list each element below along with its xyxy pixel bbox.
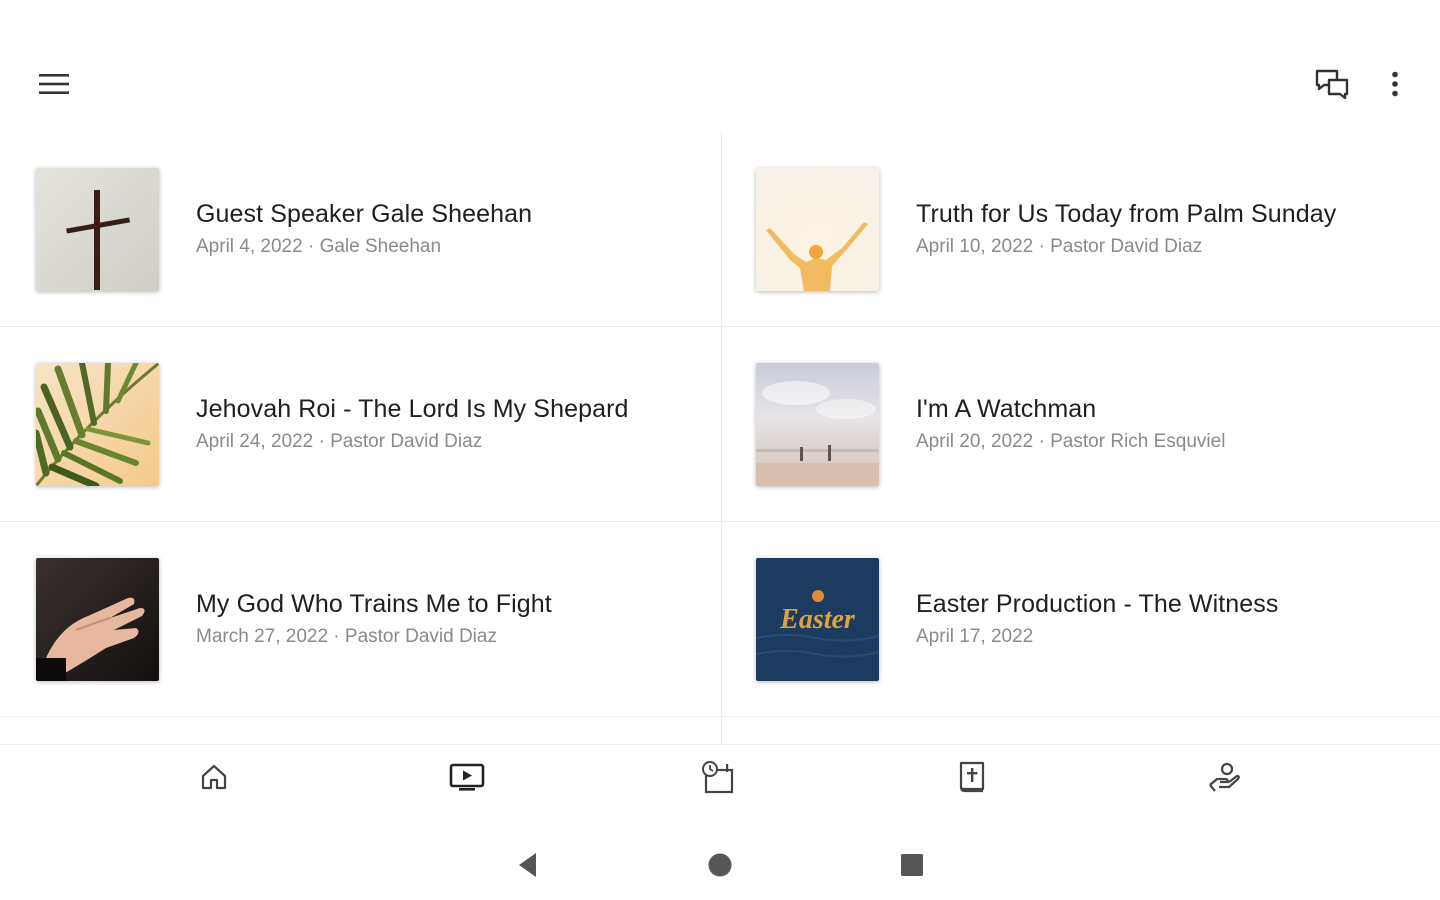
sermon-meta: April 4, 2022 · Gale Sheehan — [196, 236, 442, 257]
easter-logo-text: Easter — [779, 604, 856, 635]
sermon-thumbnail-cross — [36, 168, 159, 291]
sermon-item[interactable]: My God Who Trains Me to Fight March 27, … — [0, 522, 720, 717]
nav-bible[interactable] — [942, 755, 1002, 799]
sermon-title: My God Who Trains Me to Fight — [196, 590, 552, 618]
chat-bubbles-icon[interactable] — [1306, 62, 1358, 106]
calendar-clock-icon — [702, 761, 734, 794]
nav-media[interactable] — [437, 755, 497, 799]
sermon-title: I'm A Watchman — [916, 395, 1097, 423]
sermon-title: Jehovah Roi - The Lord Is My Shepard — [196, 395, 629, 423]
home-icon — [201, 764, 227, 790]
sermon-item[interactable]: I'm A Watchman April 20, 2022 · Pastor R… — [720, 327, 1440, 522]
sermon-thumbnail-open-hand — [36, 558, 159, 681]
bible-icon — [959, 761, 985, 793]
sermon-item[interactable]: Guest Speaker Gale Sheehan April 4, 2022… — [0, 132, 720, 327]
system-navigation-bar — [0, 830, 1440, 900]
more-vert-icon[interactable] — [1378, 62, 1412, 106]
sermon-meta: April 24, 2022 · Pastor David Diaz — [196, 431, 483, 452]
tv-play-icon — [449, 763, 485, 791]
bottom-navigation — [0, 744, 1440, 806]
back-icon[interactable] — [508, 848, 548, 882]
sermon-thumbnail-raised-arms — [756, 168, 879, 291]
giving-hand-icon — [1209, 762, 1240, 792]
sermon-item[interactable]: Easter Easter Production - The Witness A… — [720, 522, 1440, 717]
sermon-title: Truth for Us Today from Palm Sunday — [916, 200, 1337, 228]
sermon-title: Guest Speaker Gale Sheehan — [196, 200, 533, 228]
hamburger-menu-icon[interactable] — [30, 62, 78, 106]
sermon-thumbnail-palm-leaf — [36, 363, 159, 486]
recents-icon[interactable] — [892, 848, 932, 882]
sermon-item[interactable]: Jehovah Roi - The Lord Is My Shepard Apr… — [0, 327, 720, 522]
home-circle-icon[interactable] — [700, 848, 740, 882]
sermon-thumbnail-easter: Easter — [756, 558, 879, 681]
sermon-meta: April 20, 2022 · Pastor Rich Esquviel — [916, 431, 1226, 452]
top-app-bar — [0, 0, 1440, 140]
sermon-meta: April 17, 2022 — [916, 626, 1034, 647]
sermon-item[interactable]: Truth for Us Today from Palm Sunday Apri… — [720, 132, 1440, 327]
sermon-thumbnail-beach-sky — [756, 363, 879, 486]
sermon-grid: Guest Speaker Gale Sheehan April 4, 2022… — [0, 132, 1440, 744]
nav-give[interactable] — [1194, 755, 1254, 799]
sermon-meta: March 27, 2022 · Pastor David Diaz — [196, 626, 497, 647]
nav-home[interactable] — [184, 755, 244, 799]
nav-events[interactable] — [688, 755, 748, 799]
sermon-title: Easter Production - The Witness — [916, 590, 1279, 618]
sermon-meta: April 10, 2022 · Pastor David Diaz — [916, 236, 1203, 257]
